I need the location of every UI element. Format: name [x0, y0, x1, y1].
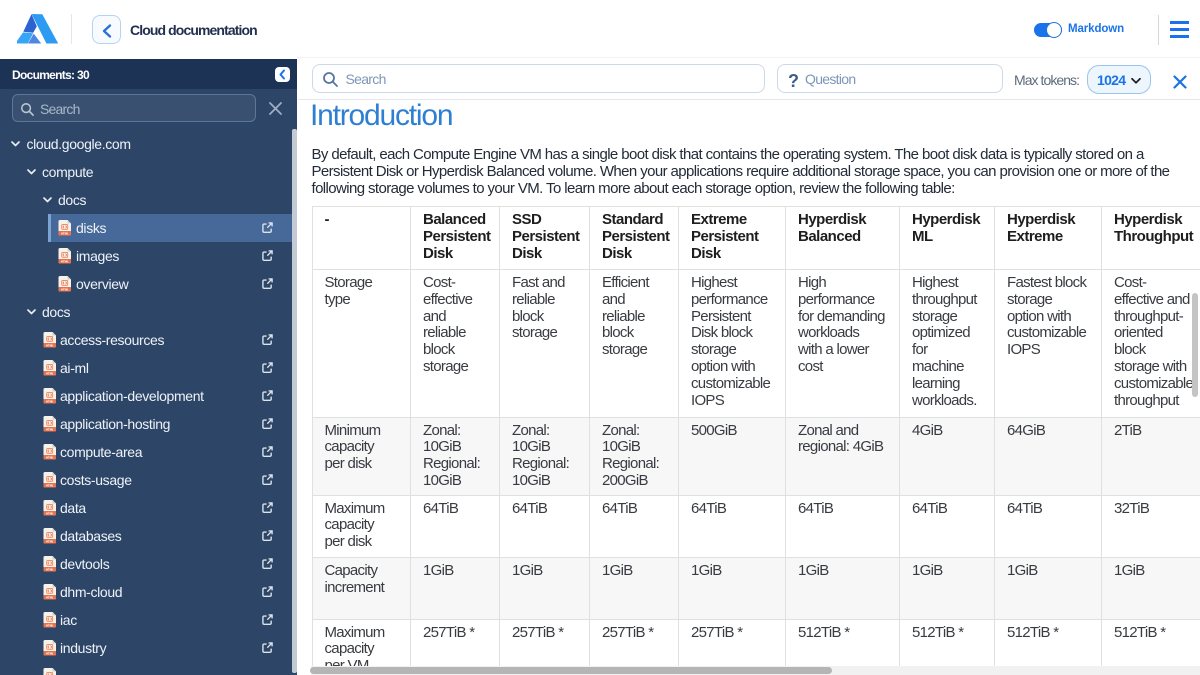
svg-text:HTML: HTML	[45, 595, 53, 599]
svg-text:HTML: HTML	[45, 651, 53, 655]
svg-text:HTML: HTML	[45, 455, 53, 459]
svg-text:HTML: HTML	[61, 231, 69, 235]
svg-text:HTML: HTML	[45, 427, 53, 431]
svg-text:HTML: HTML	[45, 623, 53, 627]
svg-text:HTML: HTML	[45, 483, 53, 487]
svg-text:HTML: HTML	[45, 343, 53, 347]
svg-text:HTML: HTML	[45, 567, 53, 571]
svg-text:HTML: HTML	[45, 371, 53, 375]
svg-text:HTML: HTML	[45, 539, 53, 543]
svg-text:HTML: HTML	[61, 287, 69, 291]
svg-text:HTML: HTML	[45, 511, 53, 515]
svg-text:HTML: HTML	[45, 399, 53, 403]
svg-text:HTML: HTML	[61, 259, 69, 263]
